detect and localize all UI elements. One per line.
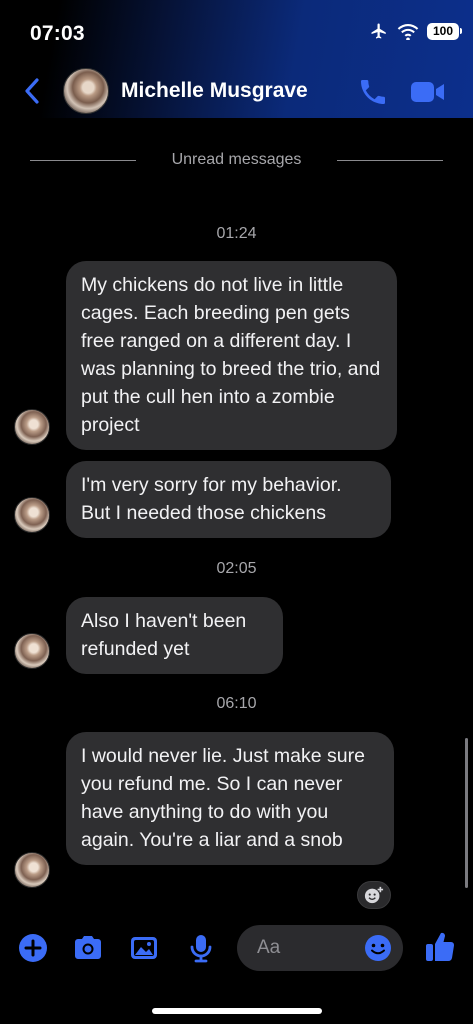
timestamp: 02:05 [216, 560, 257, 577]
message-bubble[interactable]: My chickens do not live in little cages.… [66, 261, 397, 450]
sender-avatar[interactable] [14, 409, 50, 445]
sender-avatar[interactable] [14, 633, 50, 669]
divider-line-right [337, 160, 443, 161]
message-input-wrapper[interactable] [237, 925, 403, 971]
airplane-mode-icon [371, 23, 386, 39]
home-indicator[interactable] [152, 1008, 322, 1014]
timestamp: 06:10 [216, 695, 257, 712]
message-input[interactable] [257, 925, 367, 971]
emoji-smiley-icon[interactable] [363, 933, 393, 963]
plus-circle-icon[interactable] [17, 932, 49, 964]
message-bubble[interactable]: I'm very sorry for my behavior. But I ne… [66, 461, 391, 538]
back-chevron-icon[interactable] [20, 76, 44, 106]
sender-avatar[interactable] [14, 852, 50, 888]
contact-name[interactable]: Michelle Musgrave [121, 79, 308, 103]
phone-call-icon[interactable] [357, 76, 389, 108]
timestamp: 01:24 [216, 225, 257, 242]
conversation-header: Michelle Musgrave [0, 62, 473, 118]
message-composer [0, 922, 473, 978]
camera-icon[interactable] [72, 932, 104, 964]
video-call-icon[interactable] [410, 78, 446, 106]
microphone-icon[interactable] [185, 932, 217, 964]
emoji-reaction-icon [364, 886, 384, 904]
thumbs-up-icon[interactable] [424, 930, 456, 964]
messenger-chat-screen: 07:03 100 Michelle Musgrave Unread messa… [0, 0, 473, 1024]
photo-gallery-icon[interactable] [128, 932, 160, 964]
contact-avatar[interactable] [63, 68, 109, 114]
scrollbar-thumb[interactable] [465, 738, 468, 888]
status-icons: 100 [369, 22, 462, 40]
sender-avatar[interactable] [14, 497, 50, 533]
status-bar: 07:03 100 [0, 0, 473, 60]
message-bubble[interactable]: Also I haven't been refunded yet [66, 597, 283, 674]
unread-divider: Unread messages [30, 150, 443, 170]
add-reaction-button[interactable] [357, 881, 391, 909]
wifi-icon [397, 23, 419, 40]
status-time: 07:03 [30, 22, 85, 45]
message-bubble[interactable]: I would never lie. Just make sure you re… [66, 732, 394, 865]
battery-indicator: 100 [427, 22, 462, 40]
